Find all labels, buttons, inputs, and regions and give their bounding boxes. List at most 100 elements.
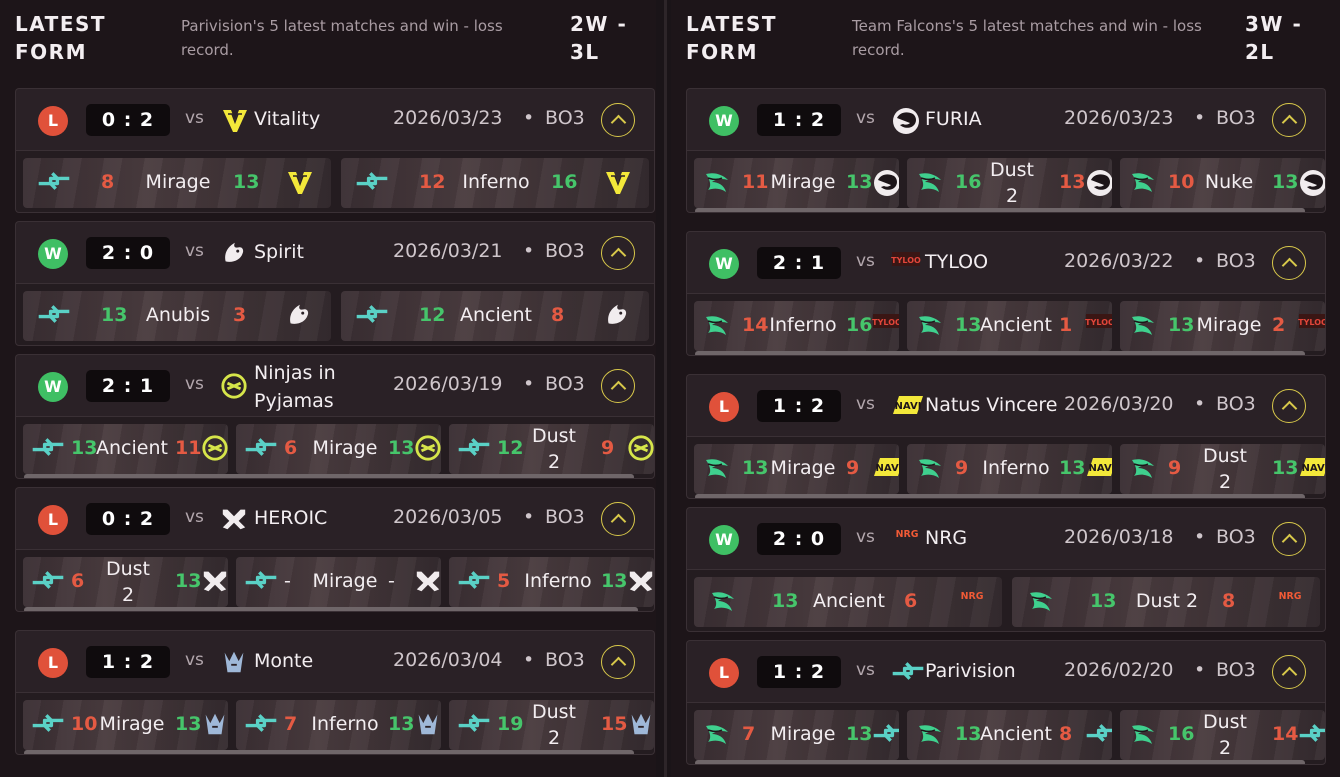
team-score: 12: [419, 304, 446, 326]
opponent-name[interactable]: Monte: [254, 648, 404, 674]
opponent-name[interactable]: TYLOO: [925, 249, 1075, 275]
map-card[interactable]: 13 Anubis 3: [23, 291, 331, 341]
chevron-up-icon[interactable]: [1272, 103, 1306, 137]
map-card[interactable]: 6 Dust 2 13: [23, 557, 228, 607]
map-card[interactable]: 13 Mirage 2 TYLOO: [1120, 301, 1325, 351]
horizontal-scrollbar[interactable]: [695, 351, 1305, 355]
chevron-up-icon[interactable]: [601, 103, 635, 137]
match-summary-row[interactable]: L 0 : 2 vs HEROIC 2026/03/05 • BO3: [15, 487, 655, 549]
map-card[interactable]: 13 Ancient 1 TYLOO: [907, 301, 1112, 351]
opponent-name[interactable]: HEROIC: [254, 505, 404, 531]
map-card[interactable]: 13 Ancient 8: [907, 710, 1112, 760]
map-results-row: 8 Mirage 13 12 Inferno 16: [15, 150, 655, 213]
team-score: 6: [71, 570, 85, 592]
map-name: Ancient: [460, 304, 532, 326]
chevron-up-icon[interactable]: [1272, 389, 1306, 423]
match-summary-row[interactable]: L 1 : 2 vs Parivision 2026/02/20 • BO3: [686, 640, 1326, 702]
match-date: 2026/03/20: [1064, 393, 1174, 415]
opponent-logo-icon: NAVI: [1298, 454, 1325, 484]
chevron-up-icon[interactable]: [601, 369, 635, 403]
match-summary-row[interactable]: W2 : 1 vs TYLOO TYLOO 2026/03/22 • BO3: [686, 231, 1326, 293]
chevron-up-icon[interactable]: [601, 502, 635, 536]
map-card[interactable]: 7 Inferno 13: [236, 700, 441, 750]
opponent-logo-icon: TYLOO: [1085, 311, 1112, 341]
map-name: Mirage: [770, 171, 836, 193]
horizontal-scrollbar[interactable]: [24, 750, 634, 754]
opponent-name[interactable]: FURIA: [925, 106, 1075, 132]
match-summary-row[interactable]: W 2 : 0 vs Spirit 2026/03/21 • BO3: [15, 221, 655, 283]
map-card[interactable]: 7 Mirage 13: [694, 710, 899, 760]
map-card[interactable]: 12 Inferno 16: [341, 158, 649, 208]
team-logo-icon: [244, 567, 277, 597]
svg-text:TYLOO: TYLOO: [872, 318, 899, 327]
opponent-logo-icon: TYLOO: [891, 249, 921, 275]
map-card[interactable]: 19 Dust 2 15: [449, 700, 654, 750]
form-header: LATEST FORM Parivision's 5 latest matche…: [0, 10, 656, 80]
map-card[interactable]: 16 Dust 2 13: [907, 158, 1112, 208]
horizontal-scrollbar[interactable]: [24, 474, 634, 478]
opponent-name[interactable]: Ninjas in Pyjamas: [254, 359, 404, 415]
match-summary-row[interactable]: W2 : 0 vs NRG NRG 2026/03/18 • BO3: [686, 507, 1326, 569]
map-card[interactable]: 12 Ancient 8: [341, 291, 649, 341]
series-score: 2 : 0: [86, 237, 170, 269]
map-results-row: 13 Anubis 3 12 Ancient 8: [15, 283, 655, 346]
map-card[interactable]: 13Mirage9NAVI: [694, 444, 899, 494]
chevron-up-icon[interactable]: [1272, 522, 1306, 556]
chevron-up-icon[interactable]: [601, 236, 635, 270]
team-score: 9: [1168, 457, 1182, 479]
opponent-logo-icon: [285, 168, 315, 198]
vs-label: vs: [185, 108, 204, 128]
match-format: BO3: [545, 240, 585, 262]
separator-dot: •: [523, 506, 535, 528]
chevron-up-icon[interactable]: [1272, 246, 1306, 280]
result-badge: L: [38, 106, 68, 136]
horizontal-scrollbar[interactable]: [24, 607, 638, 611]
map-card[interactable]: 5 Inferno 13: [449, 557, 654, 607]
map-card[interactable]: 12 Dust 2 9: [449, 424, 654, 474]
map-name: Mirage: [312, 437, 378, 459]
match-summary-row[interactable]: L 1 : 2 vs Monte 2026/03/04 • BO3: [15, 630, 655, 692]
team-score: 16: [955, 171, 982, 193]
opponent-score: 8: [1059, 723, 1073, 745]
map-card[interactable]: 9 Dust 2 13NAVI: [1120, 444, 1325, 494]
horizontal-scrollbar[interactable]: [695, 208, 1305, 212]
map-card[interactable]: 8 Mirage 13: [23, 158, 331, 208]
horizontal-scrollbar[interactable]: [695, 494, 1305, 498]
map-name: Dust 2: [531, 701, 577, 749]
opponent-logo-icon: [891, 658, 924, 684]
opponent-name[interactable]: Vitality: [254, 106, 404, 132]
match-card: L 1 : 2 vs Parivision 2026/02/20 • BO3 7 Mirage 1…: [686, 640, 1326, 765]
map-card[interactable]: 10 Mirage 13: [23, 700, 228, 750]
opponent-name[interactable]: Spirit: [254, 239, 404, 265]
map-card[interactable]: 14 Inferno 16 TYLOO: [694, 301, 899, 351]
separator-dot: •: [523, 649, 535, 671]
opponent-logo-icon: [220, 106, 247, 132]
map-card[interactable]: 6 Mirage 13: [236, 424, 441, 474]
chevron-up-icon[interactable]: [1272, 655, 1306, 689]
opponent-logo-icon: NRG: [956, 587, 986, 617]
team-score: 19: [497, 713, 524, 735]
opponent-score: 14: [1272, 723, 1299, 745]
map-card[interactable]: 16 Dust 2 14: [1120, 710, 1325, 760]
horizontal-scrollbar[interactable]: [695, 760, 1305, 764]
opponent-name[interactable]: Natus Vincere: [925, 392, 1075, 418]
map-card[interactable]: - Mirage -: [236, 557, 441, 607]
map-card[interactable]: 13 Ancient 6 NRG: [694, 577, 1002, 627]
form-header: LATEST FORM Team Falcons's 5 latest matc…: [671, 10, 1340, 80]
map-card[interactable]: 11 Mirage 13: [694, 158, 899, 208]
map-name: Dust 2: [531, 425, 577, 473]
opponent-logo-icon: NAVI: [891, 392, 923, 418]
map-card[interactable]: 9 Inferno 13NAVI: [907, 444, 1112, 494]
match-summary-row[interactable]: L 1 : 2 vs NAVI Natus Vincere 2026/03/20 • BO3: [686, 374, 1326, 436]
team-logo-icon: [1128, 311, 1158, 341]
opponent-name[interactable]: Parivision: [925, 658, 1075, 684]
opponent-logo-icon: [414, 710, 441, 740]
map-card[interactable]: 10 Nuke 13: [1120, 158, 1325, 208]
match-summary-row[interactable]: W 1 : 2 vs FURIA 2026/03/23 • BO3: [686, 88, 1326, 150]
map-card[interactable]: 13 Dust 2 8 NRG: [1012, 577, 1320, 627]
map-card[interactable]: 13 Ancient 11: [23, 424, 228, 474]
chevron-up-icon[interactable]: [601, 645, 635, 679]
opponent-name[interactable]: NRG: [925, 525, 1075, 551]
match-summary-row[interactable]: L 0 : 2 vs Vitality 2026/03/23 • BO3: [15, 88, 655, 150]
match-summary-row[interactable]: W 2 : 1 vs Ninjas in Pyjamas 2026/03/19 • BO3: [15, 354, 655, 416]
